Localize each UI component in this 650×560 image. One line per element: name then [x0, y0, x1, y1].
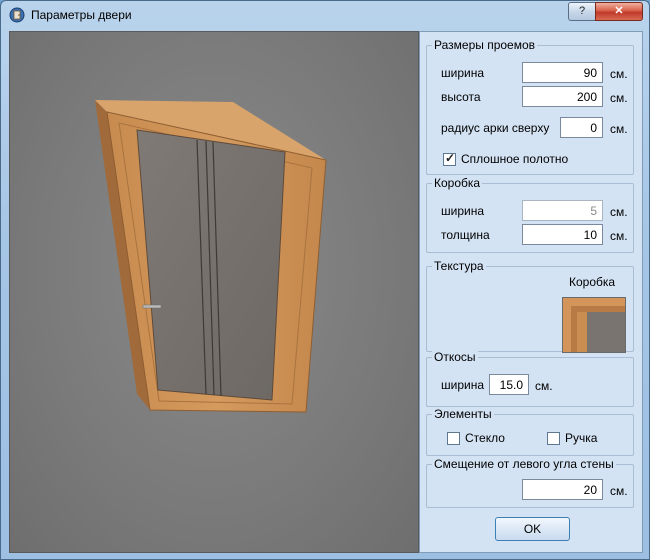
- handle-label: Ручка: [565, 431, 598, 445]
- close-button[interactable]: ✕: [595, 2, 643, 21]
- frame-width-input[interactable]: [522, 200, 603, 221]
- offset-input[interactable]: [522, 479, 603, 500]
- opening-height-label: высота: [441, 90, 481, 104]
- frame-texture-swatch[interactable]: [562, 297, 626, 353]
- door-model: [95, 100, 327, 413]
- ok-button[interactable]: OK: [495, 517, 570, 541]
- slope-width-input[interactable]: [489, 374, 529, 395]
- offset-group: Смещение от левого угла стены см.: [426, 457, 634, 508]
- door-3d-preview[interactable]: [9, 31, 419, 553]
- slope-width-label: ширина: [441, 378, 485, 392]
- glass-checkbox[interactable]: [447, 432, 460, 445]
- texture-title: Текстура: [432, 259, 486, 273]
- door-handle: [142, 304, 162, 309]
- elements-title: Элементы: [432, 407, 494, 421]
- help-button[interactable]: ?: [568, 2, 596, 21]
- glass-label: Стекло: [465, 431, 505, 445]
- slopes-title: Откосы: [432, 350, 478, 364]
- texture-preview: [563, 298, 625, 352]
- dialog-window: Параметры двери ? ✕ Размеры проемов шири…: [0, 0, 650, 560]
- opening-width-input[interactable]: [522, 62, 603, 83]
- app-icon: [9, 7, 25, 23]
- solid-leaf-checkbox[interactable]: [443, 151, 456, 166]
- arch-radius-unit: см.: [610, 122, 628, 136]
- offset-title: Смещение от левого угла стены: [432, 457, 616, 471]
- offset-unit: см.: [610, 484, 628, 498]
- slope-width-unit: см.: [535, 379, 553, 393]
- door-glass-panel: [136, 129, 286, 401]
- opening-width-label: ширина: [441, 66, 485, 80]
- frame-width-unit: см.: [610, 205, 628, 219]
- texture-frame-label: Коробка: [569, 275, 616, 289]
- texture-group: Текстура Коробка: [426, 259, 634, 353]
- elements-group: Элементы Стекло Ручка: [426, 407, 634, 456]
- openings-title: Размеры проемов: [432, 38, 538, 52]
- openings-group: Размеры проемов ширина см. высота см. ра…: [426, 38, 634, 175]
- solid-leaf-label: Сплошное полотно: [461, 152, 569, 166]
- slopes-group: Откосы ширина см.: [426, 350, 634, 407]
- settings-panel: Размеры проемов ширина см. высота см. ра…: [419, 31, 643, 553]
- arch-radius-label: радиус арки сверху: [441, 121, 550, 135]
- window-title: Параметры двери: [31, 8, 132, 22]
- frame-title: Коробка: [432, 176, 483, 190]
- opening-height-input[interactable]: [522, 86, 603, 107]
- handle-checkbox[interactable]: [547, 432, 560, 445]
- frame-group: Коробка ширина см. толщина см.: [426, 176, 634, 253]
- arch-radius-input[interactable]: [560, 117, 603, 138]
- opening-width-unit: см.: [610, 67, 628, 81]
- frame-width-label: ширина: [441, 204, 485, 218]
- frame-thickness-label: толщина: [441, 228, 490, 242]
- frame-thickness-unit: см.: [610, 229, 628, 243]
- opening-height-unit: см.: [610, 91, 628, 105]
- title-bar[interactable]: Параметры двери ? ✕: [1, 1, 649, 29]
- frame-thickness-input[interactable]: [522, 224, 603, 245]
